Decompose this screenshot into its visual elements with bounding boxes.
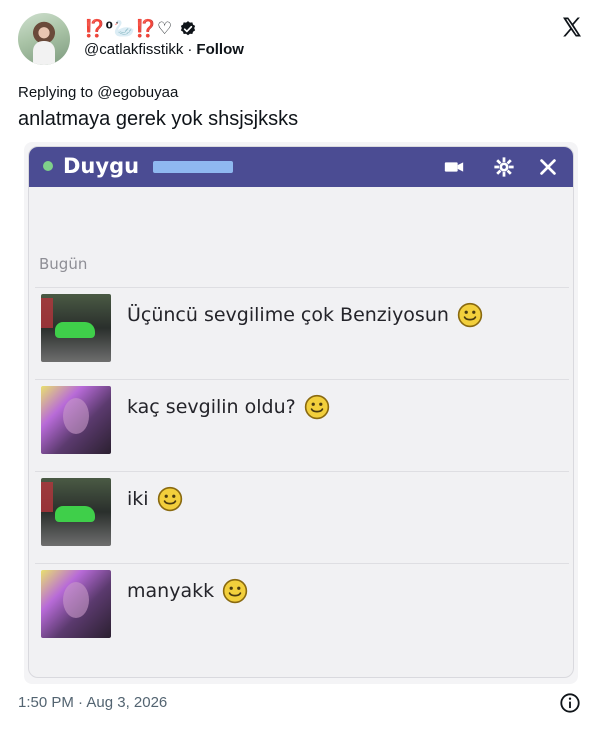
close-icon	[540, 159, 556, 175]
tweet-text: anlatmaya gerek yok shsjsjksks	[18, 108, 299, 130]
message-row: iki	[35, 471, 569, 559]
name-row: ⁉️⁰🦢⁉️♡	[84, 19, 197, 39]
redacted-bar	[153, 161, 233, 173]
user-handle[interactable]: @catlakfisstikk	[84, 41, 183, 58]
info-icon[interactable]	[559, 692, 581, 714]
message-row: manyakk	[35, 563, 569, 651]
sender-avatar	[41, 570, 111, 638]
follow-button[interactable]: Follow	[196, 41, 244, 58]
replying-to[interactable]: Replying to @egobuyaa	[18, 84, 178, 101]
display-name[interactable]: ⁉️⁰🦢⁉️♡	[84, 19, 173, 39]
message-text: iki	[127, 486, 183, 512]
date-label: Bugün	[39, 255, 88, 273]
message-body: kaç sevgilin oldu?	[127, 396, 296, 418]
online-status-dot	[43, 161, 53, 171]
smiley-icon	[304, 394, 329, 420]
tweet-media-image[interactable]: Duygu Bugün Üçüncü sevgilime çok Benziyo…	[24, 142, 578, 684]
tweet-timestamp[interactable]: 1:50 PM · Aug 3, 2026	[18, 694, 167, 711]
message-text: kaç sevgilin oldu?	[127, 394, 330, 420]
smiley-icon	[222, 578, 248, 604]
message-text: manyakk	[127, 578, 248, 604]
handle-row: @catlakfisstikk · Follow	[84, 41, 244, 58]
tweet-header: ⁉️⁰🦢⁉️♡ @catlakfisstikk · Follow	[18, 13, 584, 67]
smiley-icon	[157, 486, 182, 512]
sender-avatar	[41, 294, 111, 362]
message-body: Üçüncü sevgilime çok Benziyosun	[127, 304, 449, 326]
x-logo-icon[interactable]	[560, 15, 584, 39]
gear-icon	[494, 157, 514, 177]
message-body: manyakk	[127, 580, 215, 602]
separator-dot: ·	[187, 41, 193, 58]
user-avatar[interactable]	[18, 13, 70, 65]
smiley-icon	[457, 302, 483, 328]
chat-titlebar: Duygu	[29, 147, 573, 187]
message-text: Üçüncü sevgilime çok Benziyosun	[127, 302, 483, 328]
chat-title: Duygu	[63, 154, 140, 178]
message-row: Üçüncü sevgilime çok Benziyosun	[35, 287, 569, 375]
message-row: kaç sevgilin oldu?	[35, 379, 569, 467]
sender-avatar	[41, 386, 111, 454]
video-camera-icon	[444, 162, 464, 172]
verified-badge-icon	[180, 21, 195, 36]
sender-avatar	[41, 478, 111, 546]
message-body: iki	[127, 488, 149, 510]
chat-window: Duygu Bugün Üçüncü sevgilime çok Benziyo…	[28, 146, 574, 678]
